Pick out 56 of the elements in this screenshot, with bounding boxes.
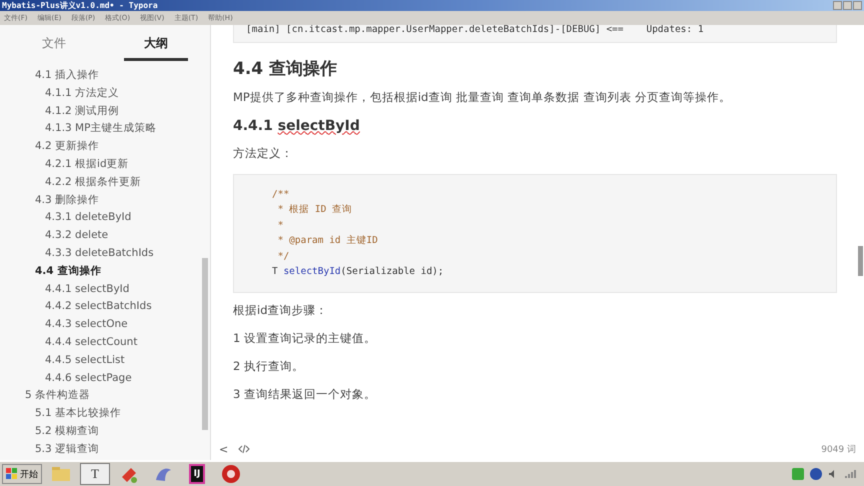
outline-item[interactable]: 4.3 删除操作 <box>0 192 210 210</box>
back-button[interactable]: < <box>219 442 228 456</box>
taskbar-app[interactable]: T <box>80 463 110 485</box>
paragraph: 3 查询结果返回一个对象。 <box>233 386 377 402</box>
outline-item[interactable]: 4.4.3 selectOne <box>0 316 210 334</box>
outline-item[interactable]: 4.2.1 根据id更新 <box>0 156 210 174</box>
network-icon <box>844 469 856 479</box>
start-button[interactable]: 开始 <box>2 464 42 484</box>
code-icon[interactable] <box>238 444 250 454</box>
subsection-heading: 4.4.1 selectById <box>233 118 361 134</box>
outline-item[interactable]: 4.2 更新操作 <box>0 138 210 156</box>
record-icon <box>221 464 241 484</box>
code-line: * <box>276 218 284 232</box>
outline-item[interactable]: 4.3.1 deleteById <box>0 209 210 228</box>
code-line: */ <box>276 250 290 264</box>
outline-item[interactable]: 4.4.5 selectList <box>0 352 210 370</box>
outline-item[interactable]: 5 条件构造器 <box>0 387 210 406</box>
outline-item[interactable]: 4.4.4 selectCount <box>0 334 210 352</box>
sidebar-tab[interactable]: 大纲 <box>124 25 188 61</box>
help-icon <box>810 468 822 480</box>
app-tray-icon <box>792 468 804 480</box>
paragraph: 2 执行查询。 <box>233 358 305 374</box>
section-heading: 4.4 查询操作 <box>233 58 338 80</box>
scrollbar-thumb[interactable] <box>202 258 208 430</box>
scrollbar-thumb[interactable] <box>858 246 863 276</box>
outline-item[interactable]: 4.4.6 selectPage <box>0 370 210 388</box>
outline-item[interactable]: 4.1.2 测试用例 <box>0 102 210 120</box>
sidebar-tab[interactable]: 文件 <box>22 25 86 61</box>
folder-icon <box>51 466 71 482</box>
outline-item[interactable]: 4.3.3 deleteBatchIds <box>0 244 210 263</box>
code-line: * @param id 主键ID <box>276 234 379 248</box>
paragraph: 方法定义： <box>233 146 294 160</box>
outline-item[interactable]: 4.4.1 selectById <box>0 280 210 298</box>
paragraph: 1 设置查询记录的主键值。 <box>233 330 377 346</box>
windows-logo-icon <box>6 468 18 480</box>
outline-item[interactable]: 5.1 基本比较操作 <box>0 405 210 423</box>
code-line: T selectById(Serializable id); <box>272 265 445 279</box>
outline-item[interactable]: 4.1.1 方法定义 <box>0 84 210 103</box>
outline-item[interactable]: 5.3 逻辑查询 <box>0 440 210 459</box>
close-button[interactable] <box>853 1 862 10</box>
outline-item[interactable]: 4.4 查询操作 <box>0 262 210 281</box>
outline-item[interactable]: 4.3.2 delete <box>0 227 210 245</box>
code-line: [main] [cn.itcast.mp.mapper.UserMapper.deleteBatchIds]-[DEBUG] <== Updates: 1 <box>246 25 705 37</box>
outline-item[interactable]: 4.2.2 根据条件更新 <box>0 174 210 192</box>
paragraph: MP提供了多种查询操作，包括根据id查询 批量查询 查询单条数据 查询列表 分页查询等操作。 <box>233 90 732 104</box>
restore-button[interactable] <box>843 1 852 10</box>
outline-item[interactable]: 5.2 模糊查询 <box>0 422 210 441</box>
code-line: /** <box>272 188 290 202</box>
window-title: Mybatis-Plus讲义v1.0.md• - Typora <box>2 0 158 11</box>
outline-item[interactable]: 4.4.2 selectBatchIds <box>0 298 210 316</box>
outline-item[interactable]: 4.1.3 MP主键生成策略 <box>0 120 210 138</box>
outline-item[interactable]: 4.1 插入操作 <box>0 67 210 85</box>
word-count: 9049 词 <box>821 444 856 456</box>
minimize-button[interactable] <box>833 1 842 10</box>
paragraph: 根据id查询步骤： <box>233 302 328 318</box>
code-line: * 根据 ID 查询 <box>276 203 354 217</box>
